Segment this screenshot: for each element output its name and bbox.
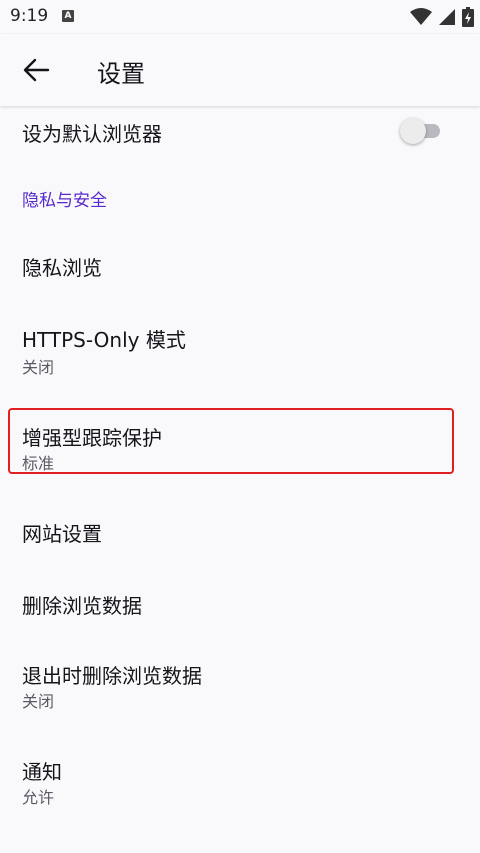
setting-label: 通知 [22,760,62,784]
setting-label: 增强型跟踪保护 [22,426,162,450]
setting-label: 隐私浏览 [22,256,102,280]
setting-value: 标准 [22,454,55,473]
setting-private-browsing[interactable]: 隐私浏览 [0,232,480,300]
app-a-icon: A [62,10,74,22]
setting-value: 允许 [22,788,55,807]
setting-value: 关闭 [22,692,55,711]
app-bar: 设置 [0,34,480,106]
status-bar: 9:19 A [0,0,480,34]
setting-label: 退出时删除浏览数据 [22,664,202,688]
setting-tracking-protection[interactable]: 增强型跟踪保护 标准 [0,408,480,480]
status-icons [410,7,474,27]
setting-delete-on-quit[interactable]: 退出时删除浏览数据 关闭 [0,646,480,722]
setting-default-browser[interactable]: 设为默认浏览器 [0,106,480,168]
setting-delete-browsing-data[interactable]: 删除浏览数据 [0,570,480,636]
setting-label: 网站设置 [22,522,102,546]
status-time: 9:19 [10,6,49,26]
setting-label: HTTPS-Only 模式 [22,328,186,352]
section-header-privacy: 隐私与安全 [22,191,107,211]
default-browser-toggle[interactable] [400,118,444,144]
page-title: 设置 [97,60,145,88]
setting-value: 关闭 [22,358,55,377]
setting-https-only[interactable]: HTTPS-Only 模式 关闭 [0,312,480,384]
setting-label: 删除浏览数据 [22,594,142,618]
arrow-left-icon [23,58,50,82]
back-button[interactable] [18,54,54,86]
setting-site-settings[interactable]: 网站设置 [0,500,480,564]
setting-notifications[interactable]: 通知 允许 [0,742,480,818]
setting-label: 设为默认浏览器 [22,122,162,146]
toggle-thumb [400,118,426,144]
battery-icon [462,7,474,27]
signal-icon [439,9,455,25]
wifi-icon [410,8,432,25]
